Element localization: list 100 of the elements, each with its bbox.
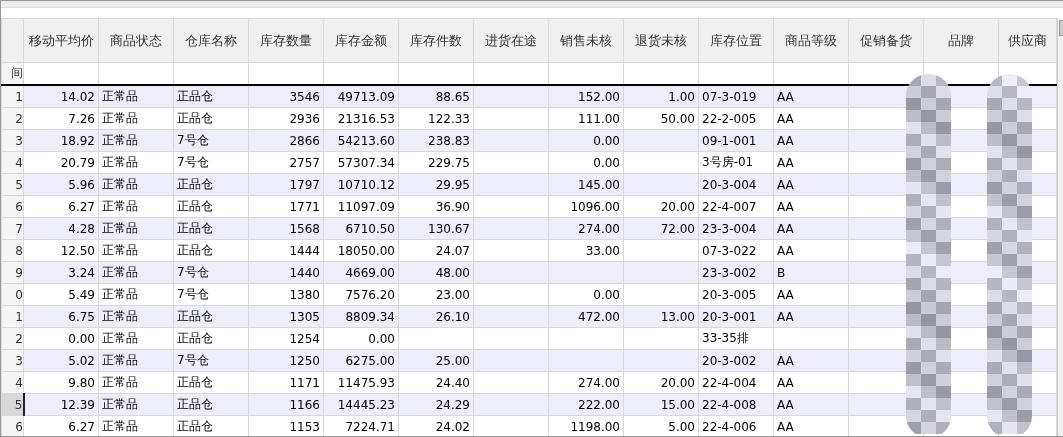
table-cell: 正品仓 [177, 89, 213, 103]
table-cell: 正常品 [102, 133, 138, 147]
row-number[interactable]: 4 [1, 371, 24, 394]
table-cell: 5.00 [668, 419, 695, 434]
table-cell: 正常品 [102, 199, 138, 213]
table-cell: 正常品 [102, 287, 138, 301]
table-cell: 正常品 [102, 243, 138, 257]
table-cell: 正品仓 [177, 199, 213, 213]
column-header[interactable]: 库存数量 [248, 18, 324, 63]
table-cell: 0.00 [593, 155, 620, 170]
column-header[interactable]: 移动平均价 [23, 18, 99, 63]
table-cell: 472.00 [578, 309, 620, 324]
column-header[interactable]: 商品状态 [98, 18, 174, 63]
table-cell: 88.65 [435, 89, 470, 104]
table-cell: 5.02 [68, 353, 95, 368]
table-cell: 正品仓 [177, 331, 213, 345]
row-number[interactable]: 6 [1, 415, 24, 436]
table-cell: 23-3-004 [702, 221, 757, 236]
table-cell: 13.00 [660, 309, 695, 324]
table-cell: 24.02 [435, 419, 470, 434]
table-cell: 1166 [289, 397, 320, 412]
row-number[interactable]: 4 [1, 151, 24, 174]
table-cell: 1797 [289, 177, 320, 192]
table-cell: 正常品 [102, 353, 138, 367]
row-number[interactable]: 1 [1, 305, 24, 328]
table-cell: 20-3-001 [702, 309, 757, 324]
table-cell: AA [777, 419, 794, 434]
table-cell: 5.96 [68, 177, 95, 192]
table-cell: 274.00 [578, 375, 620, 390]
table-cell: 正品仓 [177, 375, 213, 389]
table-cell: 274.00 [578, 221, 620, 236]
table-cell: 正常品 [102, 221, 138, 235]
table-cell: 1171 [289, 375, 320, 390]
table-cell: 29.95 [435, 177, 470, 192]
table-cell: 11097.09 [337, 199, 395, 214]
row-number[interactable]: 2 [1, 327, 24, 350]
table-cell: AA [777, 89, 794, 104]
row-number[interactable]: 2 [1, 107, 24, 130]
table-cell: 20-3-002 [702, 353, 757, 368]
table-cell: 正常品 [102, 89, 138, 103]
table-cell: 09-1-001 [702, 133, 757, 148]
table-cell: 正品仓 [177, 111, 213, 125]
row-number[interactable]: 0 [1, 283, 24, 306]
table-cell: 7号仓 [177, 265, 209, 279]
row-number[interactable]: 7 [1, 217, 24, 240]
column-header[interactable]: 退货未核 [623, 18, 699, 63]
table-cell: 7.26 [68, 111, 95, 126]
table-cell: 7号仓 [177, 287, 209, 301]
table-cell: 14.02 [60, 89, 95, 104]
column-header[interactable]: 库存件数 [398, 18, 474, 63]
column-header[interactable]: 销售未核 [548, 18, 624, 63]
table-cell: 07-3-019 [702, 89, 757, 104]
row-number[interactable]: 5 [1, 393, 24, 416]
row-header: 间 [11, 66, 23, 80]
table-cell: 6.27 [68, 199, 95, 214]
table-cell: 10710.12 [337, 177, 395, 192]
row-number[interactable]: 5 [1, 173, 24, 196]
table-cell: 4669.00 [345, 265, 395, 280]
table-cell: 22-4-008 [702, 397, 757, 412]
column-header[interactable]: 库存金额 [323, 18, 399, 63]
row-number[interactable]: 6 [1, 195, 24, 218]
table-cell: 7576.20 [345, 287, 395, 302]
column-header[interactable]: 促销备货 [848, 18, 924, 63]
column-header[interactable]: 库存位置 [698, 18, 774, 63]
row-number[interactable]: 1 [1, 85, 24, 108]
column-header[interactable]: 商品等级 [773, 18, 849, 63]
table-cell: 23.00 [435, 287, 470, 302]
table-cell: AA [777, 133, 794, 148]
table-cell: 21316.53 [337, 111, 395, 126]
table-cell: 22-4-006 [702, 419, 757, 434]
table-cell: 11475.93 [337, 375, 395, 390]
scrollbar[interactable] [1057, 18, 1063, 436]
table-cell: AA [777, 199, 794, 214]
table-cell: 正常品 [102, 177, 138, 191]
table-cell: 2757 [289, 155, 320, 170]
row-number[interactable]: 9 [1, 261, 24, 284]
table-cell: 1254 [289, 331, 320, 346]
table-cell: 111.00 [578, 111, 620, 126]
table-cell: 22-4-004 [702, 375, 757, 390]
table-cell: 72.00 [660, 221, 695, 236]
table-cell: 0.00 [368, 331, 395, 346]
table-cell: 24.40 [435, 375, 470, 390]
table-cell: B [777, 265, 786, 280]
table-cell: 6275.00 [345, 353, 395, 368]
column-header[interactable]: 品牌 [923, 18, 999, 63]
table-cell: 1568 [289, 221, 320, 236]
table-cell: 22-2-005 [702, 111, 757, 126]
table-cell: 正品仓 [177, 309, 213, 323]
column-header[interactable]: 仓库名称 [173, 18, 249, 63]
row-number[interactable]: 8 [1, 239, 24, 262]
table-cell: 20.79 [60, 155, 95, 170]
table-cell: 5.49 [68, 287, 95, 302]
table-cell: 2866 [289, 133, 320, 148]
table-cell: 正常品 [102, 419, 138, 433]
table-cell: 1153 [289, 419, 320, 434]
column-header[interactable]: 供应商 [998, 18, 1057, 63]
table-cell: 正常品 [102, 265, 138, 279]
column-header[interactable]: 进货在途 [473, 18, 549, 63]
row-number[interactable]: 3 [1, 349, 24, 372]
row-number[interactable]: 3 [1, 129, 24, 152]
